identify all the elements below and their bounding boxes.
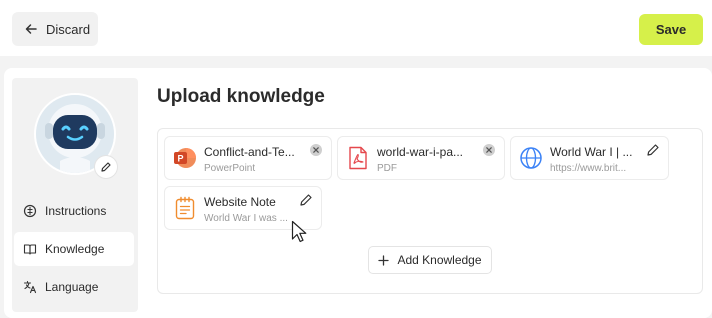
discard-label: Discard — [46, 21, 91, 37]
globe-icon — [520, 147, 542, 169]
file-type: PDF — [377, 163, 397, 174]
svg-text:P: P — [177, 154, 183, 164]
knowledge-file-card[interactable]: World War I | ... https://www.brit... — [510, 136, 669, 180]
sidebar-item-label: Instructions — [45, 204, 107, 218]
book-icon — [23, 244, 37, 255]
plus-icon — [378, 254, 390, 266]
sidebar-item-language[interactable]: Language — [14, 270, 134, 304]
file-preview: World War I was ... — [204, 213, 288, 224]
mouse-cursor-icon — [291, 220, 307, 243]
pencil-icon — [101, 162, 111, 172]
page-title: Upload knowledge — [157, 86, 325, 107]
translate-icon — [23, 280, 37, 294]
save-button[interactable]: Save — [639, 14, 703, 45]
sidebar-item-label: Knowledge — [45, 242, 105, 256]
pdf-icon — [349, 146, 367, 170]
remove-icon[interactable] — [482, 143, 496, 157]
file-name: Conflict-and-Te... — [204, 145, 295, 159]
pencil-icon[interactable] — [646, 143, 660, 157]
file-url: https://www.brit... — [550, 163, 627, 174]
note-icon — [175, 196, 195, 220]
remove-icon[interactable] — [309, 143, 323, 157]
sidebar-item-knowledge[interactable]: Knowledge — [14, 232, 134, 266]
top-bar: Discard Save — [0, 0, 712, 56]
add-knowledge-label: Add Knowledge — [397, 253, 482, 267]
add-knowledge-button[interactable]: Add Knowledge — [368, 246, 492, 274]
sidebar-item-label: Language — [45, 280, 99, 294]
knowledge-file-card[interactable]: P Conflict-and-Te... PowerPoint — [164, 136, 332, 180]
discard-button[interactable]: Discard — [12, 12, 98, 46]
file-name: world-war-i-pa... — [377, 145, 464, 159]
sidebar-item-instructions[interactable]: Instructions — [14, 194, 134, 228]
avatar-edit-button[interactable] — [95, 156, 117, 178]
file-name: World War I | ... — [550, 145, 633, 159]
instructions-icon — [23, 204, 37, 218]
knowledge-file-card[interactable]: world-war-i-pa... PDF — [337, 136, 505, 180]
powerpoint-icon: P — [174, 148, 196, 168]
pencil-icon[interactable] — [299, 193, 313, 207]
file-name: Website Note — [204, 195, 276, 209]
save-label: Save — [655, 22, 687, 37]
file-type: PowerPoint — [204, 163, 256, 174]
arrow-left-icon — [25, 24, 37, 34]
